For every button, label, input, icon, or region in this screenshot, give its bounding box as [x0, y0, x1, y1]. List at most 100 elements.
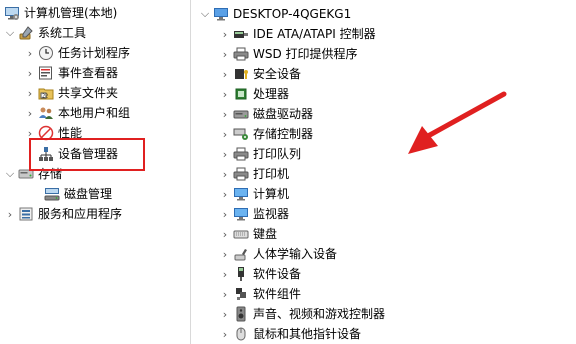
red-arrow-annotation: [408, 91, 507, 154]
computer-management-icon: [4, 5, 20, 21]
device-category-label: 磁盘驱动器: [253, 107, 314, 121]
chevron-right-icon[interactable]: ›: [219, 164, 231, 184]
printer-icon: [233, 146, 249, 162]
tree-item-label: 磁盘管理: [64, 187, 113, 201]
chevron-right-icon[interactable]: ›: [219, 144, 231, 164]
tree-item-label: 计算机管理(本地): [24, 6, 118, 20]
chevron-right-icon[interactable]: ›: [219, 184, 231, 204]
device-category-label: WSD 打印提供程序: [253, 47, 358, 61]
tree-item-local-users[interactable]: › 本地用户和组: [24, 103, 130, 123]
chevron-right-icon[interactable]: ›: [219, 64, 231, 84]
monitor-icon: [233, 186, 249, 202]
tree-item-label: 事件查看器: [58, 66, 119, 80]
speaker-icon: [233, 306, 249, 322]
device-category-label: 软件设备: [253, 267, 302, 281]
device-category-item[interactable]: › 存储控制器: [219, 124, 313, 144]
highlight-box: [29, 138, 145, 171]
device-category-label: 计算机: [253, 187, 290, 201]
device-category-item[interactable]: › 计算机: [219, 184, 289, 204]
device-category-item[interactable]: › 打印队列: [219, 144, 301, 164]
tree-item-label: 系统工具: [38, 26, 87, 40]
chevron-down-icon[interactable]: ⌵: [199, 4, 211, 24]
svg-text:22: 22: [42, 94, 48, 100]
chevron-right-icon[interactable]: ›: [219, 84, 231, 104]
chevron-right-icon[interactable]: ›: [219, 204, 231, 224]
device-category-label: IDE ATA/ATAPI 控制器: [253, 27, 376, 41]
device-category-label: 安全设备: [253, 67, 302, 81]
tree-item-system-tools[interactable]: ⌵ 系统工具: [4, 23, 86, 43]
system-tools-icon: [18, 25, 34, 41]
device-category-label: 存储控制器: [253, 127, 314, 141]
chevron-right-icon[interactable]: ›: [219, 24, 231, 44]
printer-icon: [233, 46, 249, 62]
hid-icon: [233, 246, 249, 262]
device-category-label: 人体学输入设备: [253, 247, 338, 261]
chevron-right-icon[interactable]: ›: [24, 63, 36, 83]
chevron-right-icon[interactable]: ›: [219, 264, 231, 284]
device-category-label: 声音、视频和游戏控制器: [253, 307, 386, 321]
software-device-icon: [233, 266, 249, 282]
device-tree-root[interactable]: ⌵ DESKTOP-4QGEKG1: [199, 4, 351, 24]
chevron-down-icon[interactable]: ⌵: [4, 164, 16, 184]
chevron-down-icon[interactable]: ⌵: [4, 23, 16, 43]
device-category-item[interactable]: › WSD 打印提供程序: [219, 44, 358, 64]
chevron-right-icon[interactable]: ›: [24, 43, 36, 63]
tree-item-task-scheduler[interactable]: › 任务计划程序: [24, 43, 130, 63]
tree-item-shared-folders[interactable]: › 22 共享文件夹: [24, 83, 118, 103]
shared-folder-icon: 22: [38, 85, 54, 101]
chevron-right-icon[interactable]: ›: [24, 83, 36, 103]
device-category-item[interactable]: › 软件组件: [219, 284, 301, 304]
device-category-item[interactable]: › 软件设备: [219, 264, 301, 284]
users-icon: [38, 105, 54, 121]
device-tree-pane: ⌵ DESKTOP-4QGEKG1 › IDE ATA/ATAPI 控制器 › WSD…: [191, 0, 576, 344]
device-category-label: 打印队列: [253, 147, 302, 161]
device-category-label: 鼠标和其他指针设备: [253, 327, 362, 341]
disk-drive-icon: [233, 106, 249, 122]
device-category-item[interactable]: › 监视器: [219, 204, 289, 224]
tree-item-label: 本地用户和组: [58, 106, 131, 120]
tree-item-disk-management[interactable]: 磁盘管理: [42, 184, 112, 204]
chevron-right-icon[interactable]: ›: [219, 284, 231, 304]
device-category-label: 监视器: [253, 207, 290, 221]
keyboard-icon: [233, 226, 249, 242]
chevron-right-icon[interactable]: ›: [4, 204, 16, 224]
device-category-item[interactable]: › 磁盘驱动器: [219, 104, 313, 124]
processor-icon: [233, 86, 249, 102]
tree-item-computer-management[interactable]: 计算机管理(本地): [2, 3, 117, 23]
chevron-right-icon[interactable]: ›: [24, 103, 36, 123]
disk-management-icon: [44, 186, 60, 202]
desktop-computer-icon: [213, 6, 229, 22]
tree-item-label: 共享文件夹: [58, 86, 119, 100]
device-category-item[interactable]: › 处理器: [219, 84, 289, 104]
device-category-item[interactable]: › IDE ATA/ATAPI 控制器: [219, 24, 376, 44]
device-category-label: 键盘: [253, 227, 278, 241]
ide-controller-icon: [233, 26, 249, 42]
event-viewer-icon: [38, 65, 54, 81]
mouse-icon: [233, 326, 249, 342]
chevron-right-icon[interactable]: ›: [219, 224, 231, 244]
device-category-item[interactable]: › 安全设备: [219, 64, 301, 84]
device-category-item[interactable]: › 人体学输入设备: [219, 244, 337, 264]
chevron-right-icon[interactable]: ›: [219, 324, 231, 344]
device-category-item[interactable]: › 声音、视频和游戏控制器: [219, 304, 385, 324]
chevron-right-icon[interactable]: ›: [219, 104, 231, 124]
device-category-item[interactable]: › 打印机: [219, 164, 289, 184]
clock-icon: [38, 45, 54, 61]
tree-item-label: 任务计划程序: [58, 46, 131, 60]
tree-item-services-apps[interactable]: › 服务和应用程序: [4, 204, 122, 224]
device-category-item[interactable]: › 键盘: [219, 224, 277, 244]
device-category-label: 打印机: [253, 167, 290, 181]
chevron-right-icon[interactable]: ›: [219, 124, 231, 144]
device-category-label: 处理器: [253, 87, 290, 101]
software-component-icon: [233, 286, 249, 302]
chevron-right-icon[interactable]: ›: [219, 44, 231, 64]
storage-controller-icon: [233, 126, 249, 142]
device-category-item[interactable]: › 鼠标和其他指针设备: [219, 324, 361, 344]
tree-item-event-viewer[interactable]: › 事件查看器: [24, 63, 118, 83]
security-key-icon: [233, 66, 249, 82]
services-icon: [18, 206, 34, 222]
chevron-right-icon[interactable]: ›: [219, 304, 231, 324]
chevron-right-icon[interactable]: ›: [219, 244, 231, 264]
computer-name: DESKTOP-4QGEKG1: [233, 7, 352, 21]
console-tree-pane: 计算机管理(本地) ⌵ 系统工具 › 任务计划程序 › 事件查看器 › 22 共…: [0, 0, 190, 344]
